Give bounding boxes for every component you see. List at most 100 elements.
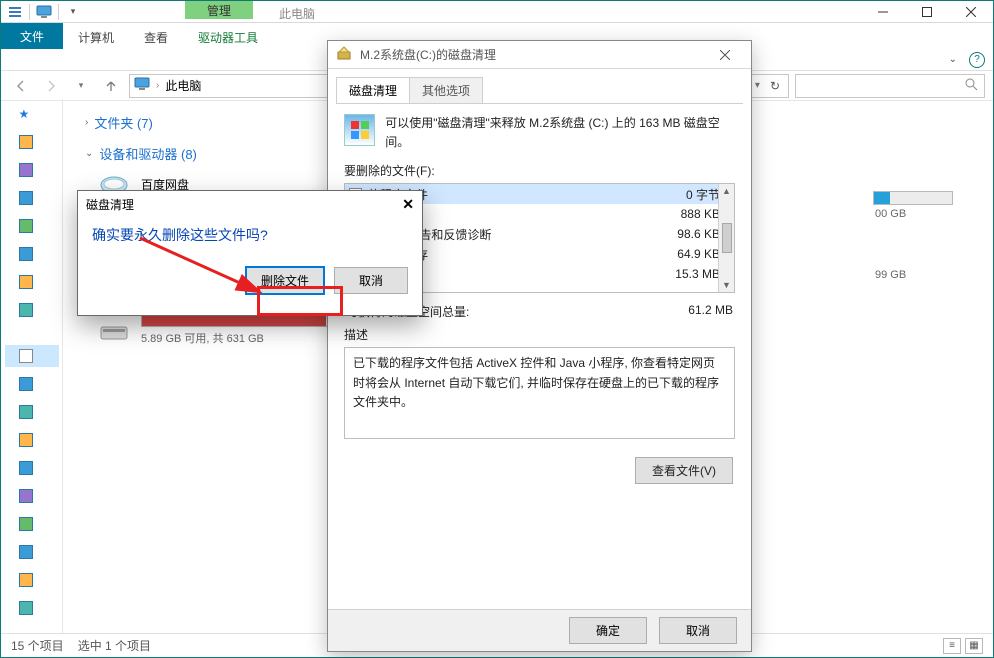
breadcrumb-separator[interactable]: › (156, 80, 159, 91)
scroll-down-icon[interactable]: ▼ (722, 280, 731, 290)
group-label: 设备和驱动器 (8) (99, 144, 197, 163)
status-item-count: 15 个项目 (11, 637, 64, 654)
confirm-cancel-button[interactable]: 取消 (334, 267, 408, 294)
close-button[interactable] (949, 0, 993, 24)
description-box: 已下载的程序文件包括 ActiveX 控件和 Java 小程序, 你查看特定网页… (344, 347, 735, 439)
folder-icon (19, 601, 33, 615)
nav-recent-dropdown[interactable]: ▾ (69, 74, 93, 98)
nav-pane-item[interactable] (5, 485, 59, 507)
breadcrumb-this-pc[interactable]: 此电脑 (165, 77, 201, 94)
star-icon: ★ (19, 107, 30, 121)
folder-icon (19, 517, 33, 531)
tab-view[interactable]: 查看 (129, 24, 183, 49)
dialog-close-button[interactable] (707, 43, 743, 67)
nav-pane-item[interactable] (5, 513, 59, 535)
nav-pane-item[interactable]: ★ (5, 103, 59, 125)
folder-icon (19, 135, 33, 149)
scroll-up-icon[interactable]: ▲ (722, 186, 731, 196)
folder-icon (19, 461, 33, 475)
address-dropdown-icon[interactable]: ▾ (755, 80, 760, 91)
disk-cleanup-dialog: M.2系统盘(C:)的磁盘清理 磁盘清理 其他选项 可以使用"磁盘清理"来释放 … (327, 40, 752, 652)
monitor-icon (134, 77, 150, 94)
folder-icon (19, 247, 33, 261)
delete-files-button[interactable]: 删除文件 (246, 267, 324, 294)
tab-disk-cleanup[interactable]: 磁盘清理 (336, 77, 410, 103)
tab-file[interactable]: 文件 (1, 23, 63, 49)
nav-pane-item[interactable] (5, 429, 59, 451)
folder-icon (19, 303, 33, 317)
drive-capacity-text: 5.89 GB 可用, 共 631 GB (141, 330, 331, 346)
nav-pane-item[interactable] (5, 401, 59, 423)
separator (29, 4, 30, 20)
nav-pane-item[interactable] (5, 159, 59, 181)
list-scrollbar[interactable]: ▲ ▼ (718, 184, 734, 292)
navigation-pane[interactable]: ★ (1, 99, 63, 633)
minimize-button[interactable] (861, 0, 905, 24)
drive-capacity-text: 00 GB (875, 208, 906, 220)
search-icon (965, 78, 978, 94)
tab-other-options[interactable]: 其他选项 (409, 77, 483, 103)
nav-pane-item[interactable] (5, 243, 59, 265)
nav-pane-item[interactable] (5, 373, 59, 395)
confirm-close-button[interactable]: ✕ (402, 196, 414, 213)
ribbon-expand-icon[interactable]: ⌄ (949, 54, 957, 65)
confirm-title-text: 磁盘清理 (86, 196, 134, 213)
monitor-icon[interactable] (36, 4, 52, 20)
status-selected-count: 选中 1 个项目 (78, 637, 151, 654)
confirm-title-bar[interactable]: 磁盘清理 ✕ (78, 191, 422, 217)
contextual-tab-band: 管理 (185, 1, 253, 19)
confirm-delete-dialog: 磁盘清理 ✕ 确实要永久删除这些文件吗? 删除文件 取消 (77, 190, 423, 316)
nav-pane-item[interactable] (5, 597, 59, 619)
help-icon[interactable]: ? (969, 52, 985, 68)
maximize-button[interactable] (905, 0, 949, 24)
nav-forward-button[interactable] (39, 74, 63, 98)
nav-pane-item[interactable] (5, 131, 59, 153)
nav-pane-item[interactable] (5, 299, 59, 321)
file-size: 98.6 KB (656, 227, 726, 241)
nav-pane-item[interactable] (5, 569, 59, 591)
folder-icon (19, 573, 33, 587)
nav-pane-item[interactable] (5, 271, 59, 293)
file-size: 64.9 KB (656, 247, 726, 261)
nav-pane-item-this-pc[interactable] (5, 345, 59, 367)
cancel-button[interactable]: 取消 (659, 617, 737, 644)
disk-cleanup-icon (336, 45, 352, 64)
folder-icon (19, 275, 33, 289)
nav-pane-item[interactable] (5, 187, 59, 209)
view-icons-button[interactable]: ▦ (965, 638, 983, 654)
tab-computer[interactable]: 计算机 (63, 24, 129, 49)
nav-back-button[interactable] (9, 74, 33, 98)
group-label: 文件夹 (7) (94, 113, 153, 132)
folder-icon (19, 433, 33, 447)
nav-pane-item[interactable] (5, 215, 59, 237)
disk-cleanup-info-icon (344, 114, 375, 146)
drive-capacity-text: 99 GB (875, 269, 906, 281)
nav-pane-item[interactable] (5, 541, 59, 563)
dialog-title-bar[interactable]: M.2系统盘(C:)的磁盘清理 (328, 41, 751, 69)
qat-dropdown-icon[interactable]: ▾ (65, 4, 81, 20)
monitor-icon (19, 349, 33, 363)
dialog-tab-row: 磁盘清理 其他选项 (336, 77, 743, 104)
total-space-value: 61.2 MB (688, 303, 733, 320)
drive-capacity-bar (873, 191, 953, 205)
scroll-thumb[interactable] (722, 223, 732, 253)
nav-up-button[interactable] (99, 74, 123, 98)
folder-icon (19, 191, 33, 205)
description-text: 已下载的程序文件包括 ActiveX 控件和 Java 小程序, 你查看特定网页… (353, 356, 719, 408)
dialog-title-text: M.2系统盘(C:)的磁盘清理 (360, 46, 699, 63)
description-label: 描述 (344, 324, 735, 347)
refresh-icon[interactable]: ↻ (766, 79, 784, 93)
app-menu-icon[interactable] (7, 4, 23, 20)
nav-pane-item[interactable] (5, 457, 59, 479)
quick-access-toolbar: ▾ (1, 4, 81, 20)
folder-icon (19, 163, 33, 177)
drive-icon (99, 319, 131, 341)
tab-drive-tools[interactable]: 驱动器工具 (183, 24, 273, 49)
view-files-button[interactable]: 查看文件(V) (635, 457, 733, 484)
search-box[interactable] (795, 74, 985, 98)
view-details-button[interactable]: ≡ (943, 638, 961, 654)
chevron-right-icon: › (85, 117, 88, 128)
folder-icon (19, 377, 33, 391)
ok-button[interactable]: 确定 (569, 617, 647, 644)
right-column-partial: 00 GB 99 GB (793, 99, 993, 633)
